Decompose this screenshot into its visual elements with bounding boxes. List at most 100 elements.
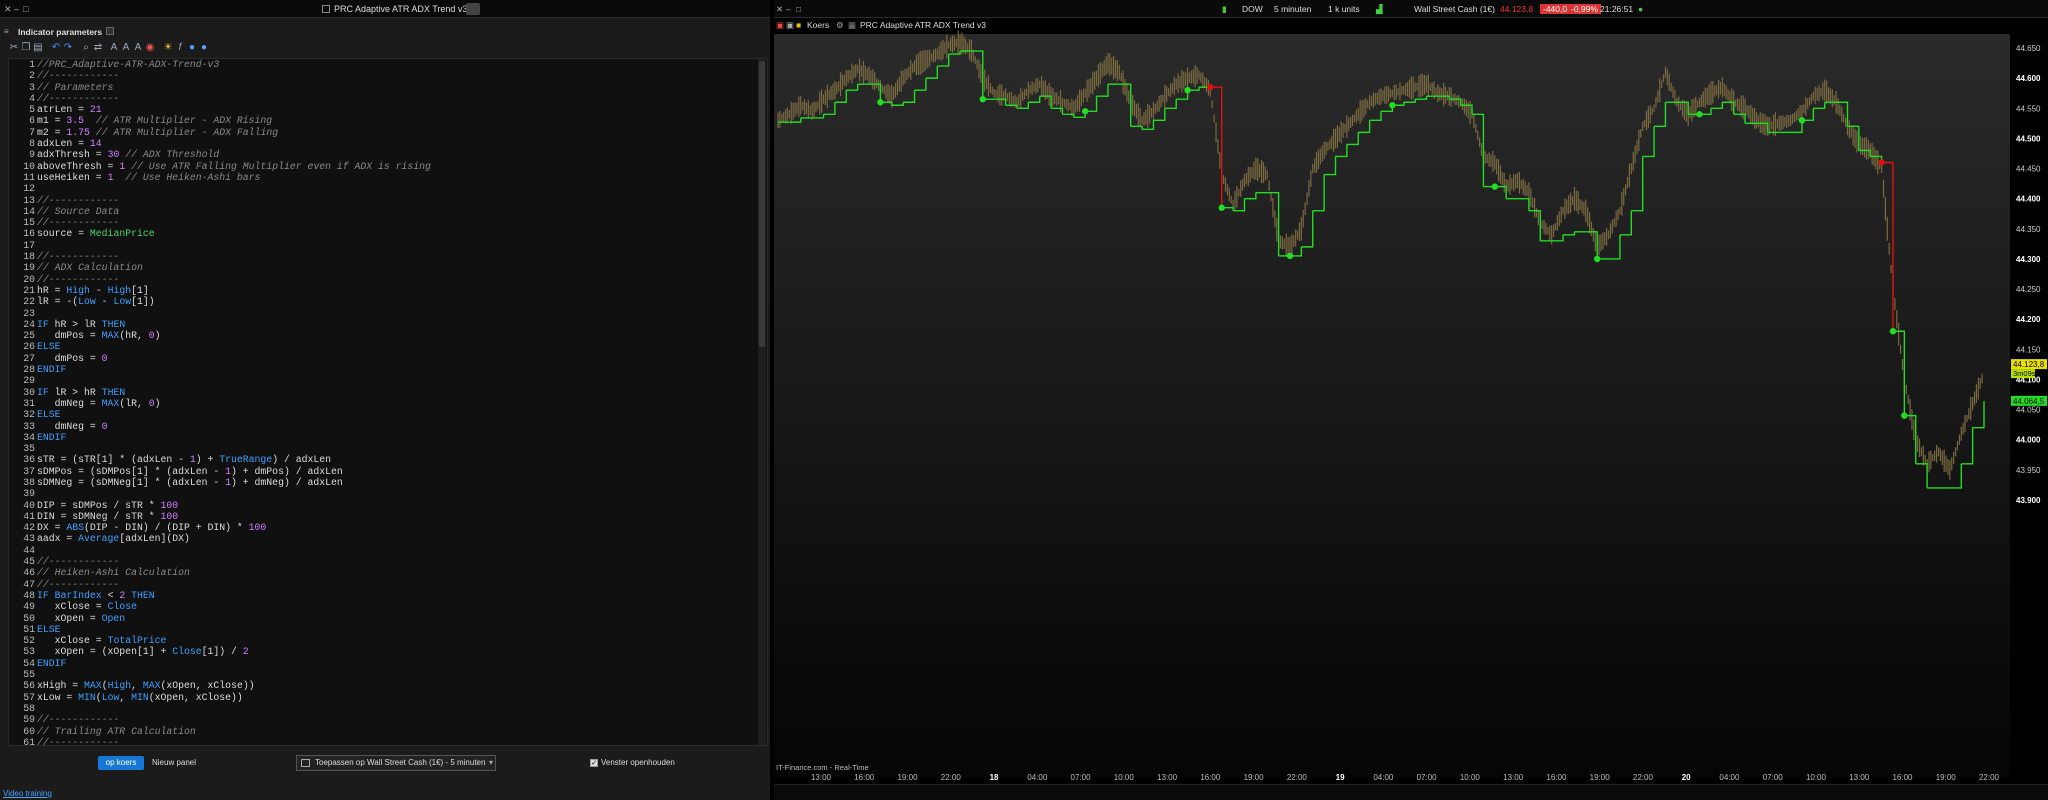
code-line[interactable]: 20//------------	[9, 274, 757, 285]
color-icon[interactable]: ◉	[144, 42, 156, 54]
replace-icon[interactable]: ⇄	[92, 42, 104, 54]
price-chart[interactable]: 44.650 44.600 44.550 44.500 44.450 44.400 44.3…	[774, 0, 2048, 800]
units-select[interactable]: 1 k units	[1328, 4, 1360, 14]
code-line[interactable]: 24 IF hR > lR THEN	[9, 319, 757, 330]
code-line[interactable]: 53 xOpen = (xOpen[1] + Close[1]) / 2	[9, 646, 757, 657]
chart-scroll-bar[interactable]	[774, 784, 2048, 800]
code-line[interactable]: 49 xClose = Close	[9, 601, 757, 612]
text-size-icon[interactable]: A	[120, 42, 132, 54]
code-line[interactable]: 28 ENDIF	[9, 364, 757, 375]
code-line[interactable]: 3// Parameters	[9, 82, 757, 93]
code-line[interactable]: 5 atrLen = 21	[9, 104, 757, 115]
copy-icon[interactable]: ❐	[20, 42, 32, 54]
code-line[interactable]: 46// Heiken-Ashi Calculation	[9, 567, 757, 578]
timeframe-select[interactable]: 5 minuten	[1274, 4, 1311, 14]
code-line[interactable]: 6 m1 = 3.5 // ATR Multiplier - ADX Rising	[9, 115, 757, 126]
undo-icon[interactable]: ↶	[50, 42, 62, 54]
redo-icon[interactable]: ↷	[62, 42, 74, 54]
paste-icon[interactable]: ▤	[32, 42, 44, 54]
help-icon[interactable]: ●	[186, 42, 198, 54]
code-line[interactable]: 16 source = MedianPrice	[9, 228, 757, 239]
maximize-window-icon[interactable]: □	[23, 4, 28, 14]
instrument-short-select[interactable]: DOW	[1242, 4, 1263, 14]
code-line[interactable]: 10 aboveThresh = 1 // Use ATR Falling Mul…	[9, 161, 757, 172]
code-line[interactable]: 47//------------	[9, 579, 757, 590]
code-line[interactable]: 44	[9, 545, 757, 556]
indicator-settings-icon[interactable]: ▣	[786, 20, 794, 31]
close-window-icon[interactable]: ✕	[776, 4, 783, 15]
code-line[interactable]: 59//------------	[9, 714, 757, 725]
code-line[interactable]: 36 sTR = (sTR[1] * (adxLen - 1) + TrueRan…	[9, 454, 757, 465]
code-line[interactable]: 56 xHigh = MAX(High, MAX(xOpen, xClose))	[9, 680, 757, 691]
code-line[interactable]: 19// ADX Calculation	[9, 262, 757, 273]
text-format-icon[interactable]: A	[132, 42, 144, 54]
code-line[interactable]: 57 xLow = MIN(Low, MIN(xOpen, xClose))	[9, 692, 757, 703]
code-line[interactable]: 14// Source Data	[9, 206, 757, 217]
code-line[interactable]: 54 ENDIF	[9, 658, 757, 669]
code-line[interactable]: 25 dmPos = MAX(hR, 0)	[9, 330, 757, 341]
code-lines[interactable]: 1//PRC_Adaptive-ATR-ADX-Trend-v3 2//-----…	[9, 59, 757, 745]
text-icon[interactable]: A	[108, 42, 120, 54]
code-line[interactable]: 13//------------	[9, 195, 757, 206]
code-line[interactable]: 58	[9, 703, 757, 714]
apply-target-select[interactable]: Toepassen op Wall Street Cash (1€) - 5 m…	[296, 755, 496, 771]
minimize-window-icon[interactable]: –	[14, 4, 19, 14]
code-line[interactable]: 7 m2 = 1.75 // ATR Multiplier - ADX Falli…	[9, 127, 757, 138]
code-line[interactable]: 18//------------	[9, 251, 757, 262]
code-line[interactable]: 38 sDMNeg = (sDMNeg[1] * (adxLen - 1) + d…	[9, 477, 757, 488]
minimize-window-icon[interactable]: –	[786, 4, 791, 14]
code-line[interactable]: 30 IF lR > hR THEN	[9, 387, 757, 398]
code-line[interactable]: 41 DIN = sDMNeg / sTR * 100	[9, 511, 757, 522]
code-line[interactable]: 51 ELSE	[9, 624, 757, 635]
window-options-button[interactable]	[466, 3, 480, 15]
code-line[interactable]: 61//------------	[9, 737, 757, 745]
code-line[interactable]: 39	[9, 488, 757, 499]
code-line[interactable]: 37 sDMPos = (sDMPos[1] * (adxLen - 1) + d…	[9, 466, 757, 477]
code-line[interactable]: 22 lR = -(Low - Low[1])	[9, 296, 757, 307]
code-line[interactable]: 1//PRC_Adaptive-ATR-ADX-Trend-v3	[9, 59, 757, 70]
code-line[interactable]: 21 hR = High - High[1]	[9, 285, 757, 296]
code-line[interactable]: 26 ELSE	[9, 341, 757, 352]
settings-icon[interactable]: ●	[198, 42, 210, 54]
code-line[interactable]: 52 xClose = TotalPrice	[9, 635, 757, 646]
code-line[interactable]: 27 dmPos = 0	[9, 353, 757, 364]
code-line[interactable]: 55	[9, 669, 757, 680]
code-line[interactable]: 31 dmNeg = MAX(lR, 0)	[9, 398, 757, 409]
keep-open-checkbox[interactable]: ✓	[590, 759, 598, 767]
light-bulb-icon[interactable]: ☀	[162, 42, 174, 54]
code-line[interactable]: 2//------------	[9, 70, 757, 81]
code-line[interactable]: 33 dmNeg = 0	[9, 421, 757, 432]
indicator-close-icon[interactable]: ▣	[776, 20, 784, 31]
code-line[interactable]: 4//------------	[9, 93, 757, 104]
new-panel-button[interactable]: Nieuw panel	[148, 756, 200, 770]
close-window-icon[interactable]: ✕	[4, 4, 12, 15]
code-line[interactable]: 42 DX = ABS(DIP - DIN) / (DIP + DIN) * 10…	[9, 522, 757, 533]
search-icon[interactable]: ⌕	[80, 42, 92, 54]
tab-settings-icon[interactable]: ⚙	[836, 20, 844, 31]
cut-icon[interactable]: ✂	[8, 42, 20, 54]
code-line[interactable]: 48 IF BarIndex < 2 THEN	[9, 590, 757, 601]
code-line[interactable]: 50 xOpen = Open	[9, 613, 757, 624]
maximize-window-icon[interactable]: □	[796, 4, 801, 14]
code-line[interactable]: 15//------------	[9, 217, 757, 228]
panel-detach-icon[interactable]	[106, 27, 114, 35]
code-line[interactable]: 35	[9, 443, 757, 454]
panel-menu-icon[interactable]: ≡	[4, 27, 9, 36]
code-line[interactable]: 9 adxThresh = 30 // ADX Threshold	[9, 149, 757, 160]
code-line[interactable]: 23	[9, 308, 757, 319]
apply-button[interactable]: op koers	[98, 756, 144, 770]
code-line[interactable]: 32 ELSE	[9, 409, 757, 420]
code-line[interactable]: 12	[9, 183, 757, 194]
indicator-tab[interactable]: PRC Adaptive ATR ADX Trend v3	[860, 20, 986, 30]
editor-scroll-thumb[interactable]	[759, 61, 765, 347]
code-line[interactable]: 11 useHeiken = 1 // Use Heiken-Ashi bars	[9, 172, 757, 183]
code-line[interactable]: 43 aadx = Average[adxLen](DX)	[9, 533, 757, 544]
function-icon[interactable]: f	[174, 42, 186, 54]
code-line[interactable]: 40 DIP = sDMPos / sTR * 100	[9, 500, 757, 511]
code-line[interactable]: 34 ENDIF	[9, 432, 757, 443]
price-tab[interactable]: Koers	[807, 20, 829, 30]
code-line[interactable]: 60// Trailing ATR Calculation	[9, 726, 757, 737]
chart-type-icon[interactable]: ▟	[1376, 4, 1383, 15]
code-editor[interactable]: 1//PRC_Adaptive-ATR-ADX-Trend-v3 2//-----…	[8, 58, 768, 746]
video-training-link[interactable]: Video training	[3, 789, 52, 798]
